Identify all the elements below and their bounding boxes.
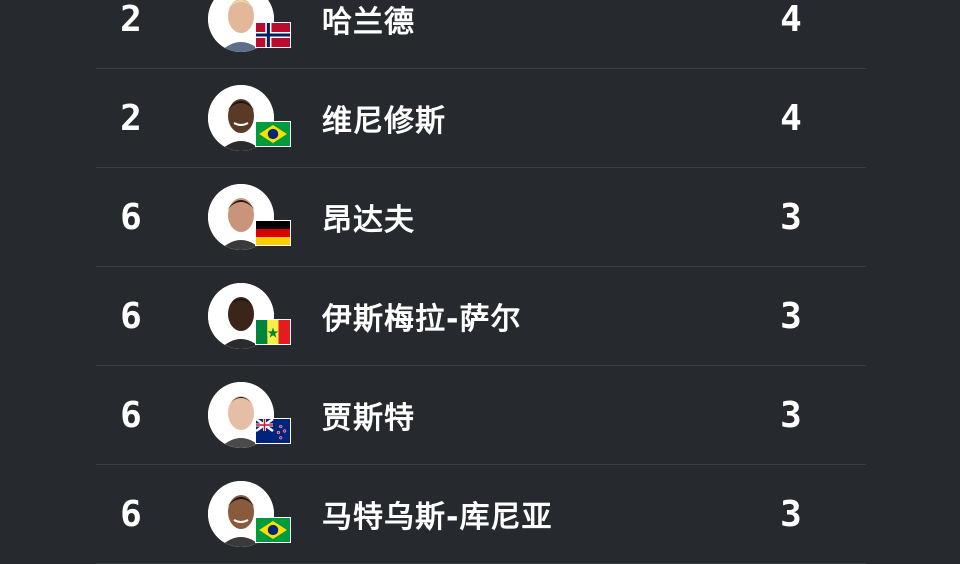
goals-count: 4 — [780, 0, 802, 40]
list-item[interactable]: 6 伊斯梅拉-萨尔 3 — [96, 267, 866, 366]
brazil-flag — [255, 517, 291, 543]
list-item[interactable]: 2 维尼修斯 4 — [96, 69, 866, 168]
player-name: 马特乌斯-库尼亚 — [322, 500, 553, 535]
list-item[interactable]: 6 昂达夫 3 — [96, 168, 866, 267]
player-name: 贾斯特 — [322, 401, 415, 436]
norway-flag — [255, 22, 291, 48]
brazil-flag — [255, 121, 291, 147]
rank: 6 — [120, 196, 142, 238]
player-name: 昂达夫 — [322, 203, 415, 238]
scorer-list: 2 哈兰德 4 2 维尼修斯 4 6 昂达夫 3 6 伊斯梅拉-萨尔 3 6 贾… — [0, 0, 960, 564]
player-name: 哈兰德 — [322, 5, 415, 40]
rank: 6 — [120, 493, 142, 535]
goals-count: 3 — [780, 196, 802, 238]
goals-count: 3 — [780, 493, 802, 535]
germany-flag — [255, 220, 291, 246]
rank: 6 — [120, 394, 142, 436]
list-item[interactable]: 6 马特乌斯-库尼亚 3 — [96, 465, 866, 564]
list-item[interactable]: 6 贾斯特 3 — [96, 366, 866, 465]
goals-count: 3 — [780, 394, 802, 436]
goals-count: 3 — [780, 295, 802, 337]
rank: 2 — [120, 0, 142, 40]
player-name: 维尼修斯 — [322, 104, 446, 139]
list-item[interactable]: 2 哈兰德 4 — [96, 0, 866, 69]
rank: 6 — [120, 295, 142, 337]
new-zealand-flag — [255, 418, 291, 444]
player-name: 伊斯梅拉-萨尔 — [322, 302, 522, 337]
goals-count: 4 — [780, 97, 802, 139]
senegal-flag — [255, 319, 291, 345]
rank: 2 — [120, 97, 142, 139]
